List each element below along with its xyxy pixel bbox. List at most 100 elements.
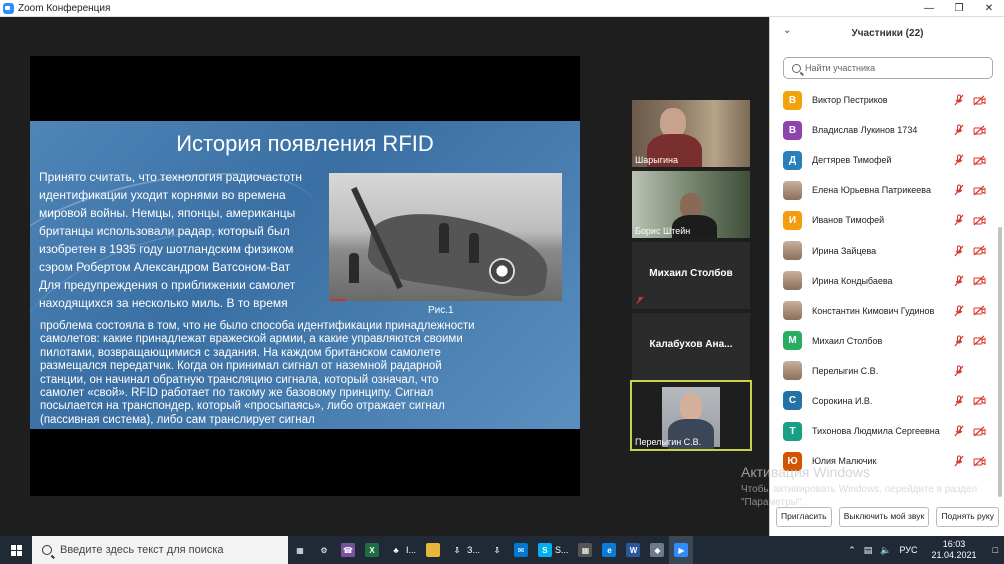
taskbar-app[interactable]: ☎ bbox=[336, 536, 360, 564]
skype-icon: S bbox=[537, 543, 552, 557]
participant-row[interactable]: Д Дегтярев Тимофей bbox=[770, 145, 998, 175]
maximize-icon[interactable]: ❐ bbox=[944, 0, 974, 17]
mic-muted-icon[interactable] bbox=[954, 214, 964, 226]
minimize-icon[interactable]: — bbox=[914, 0, 944, 17]
participant-row[interactable]: Перелыгин С.В. bbox=[770, 356, 998, 386]
participant-row[interactable]: Елена Юрьевна Патрикеева bbox=[770, 175, 998, 205]
avatar: В bbox=[783, 90, 802, 110]
avatar bbox=[783, 271, 802, 291]
camera-off-icon[interactable] bbox=[973, 155, 986, 166]
slide-line: сэром Робертом Александром Ватсоном-Ват bbox=[39, 260, 291, 274]
participant-search-input[interactable]: Найти участника bbox=[783, 57, 993, 79]
mic-muted-icon[interactable] bbox=[954, 365, 964, 377]
clover-icon: ♣ bbox=[389, 543, 403, 557]
taskbar-app[interactable]: e bbox=[597, 536, 621, 564]
video-tile[interactable]: Шарыгина bbox=[632, 100, 750, 167]
clock[interactable]: 16:03 21.04.2021 bbox=[922, 539, 987, 561]
camera-off-icon[interactable] bbox=[973, 275, 986, 286]
mic-muted-icon[interactable] bbox=[954, 245, 964, 257]
taskbar-app[interactable]: ⚙ bbox=[312, 536, 336, 564]
photo-caption: Рис.1 bbox=[428, 305, 454, 316]
camera-off-icon[interactable] bbox=[973, 125, 986, 136]
participant-name: Иванов Тимофей bbox=[812, 215, 885, 226]
invite-button[interactable]: Пригласить bbox=[776, 507, 832, 527]
active-speaker-tile[interactable]: Перелыгин С.В. bbox=[630, 380, 752, 451]
download-icon: ⇩ bbox=[450, 543, 465, 557]
taskbar-app[interactable]: ♣ I... bbox=[384, 536, 421, 564]
volume-icon[interactable]: 🔈 bbox=[876, 545, 895, 556]
taskbar-app[interactable]: ▦ bbox=[288, 536, 312, 564]
panel-title: Участники (22) bbox=[851, 27, 924, 39]
close-icon[interactable]: ✕ bbox=[974, 0, 1004, 17]
camera-off-icon[interactable] bbox=[973, 426, 986, 437]
notifications-icon[interactable]: □ bbox=[987, 545, 1004, 555]
mic-muted-icon[interactable] bbox=[954, 305, 964, 317]
participant-row[interactable]: Константин Кимович Гудинов bbox=[770, 296, 998, 326]
taskbar-app[interactable] bbox=[421, 536, 445, 564]
scrollbar[interactable] bbox=[998, 227, 1002, 497]
mic-muted-icon[interactable] bbox=[954, 395, 964, 407]
participant-face bbox=[680, 393, 702, 421]
participant-row[interactable]: Т Тихонова Людмила Сергеевна bbox=[770, 416, 998, 446]
mic-muted-icon[interactable] bbox=[954, 154, 964, 166]
participant-row[interactable]: В Виктор Пестриков bbox=[770, 85, 998, 115]
participant-row[interactable]: С Сорокина И.В. bbox=[770, 386, 998, 416]
taskbar-search-input[interactable]: Введите здесь текст для поиска bbox=[32, 536, 288, 564]
camera-off-icon[interactable] bbox=[973, 95, 986, 106]
camera-off-icon[interactable] bbox=[973, 456, 986, 467]
mic-muted-icon[interactable] bbox=[954, 425, 964, 437]
mic-muted-icon[interactable] bbox=[954, 124, 964, 136]
network-icon[interactable]: ▤ bbox=[860, 545, 877, 556]
tile-name: Перелыгин С.В. bbox=[635, 437, 702, 447]
camera-off-icon[interactable] bbox=[973, 335, 986, 346]
camera-off-icon[interactable] bbox=[973, 215, 986, 226]
tile-name: Борис Штейн bbox=[635, 226, 691, 236]
chevron-up-icon[interactable]: ⌃ bbox=[844, 545, 860, 556]
panel-footer: Пригласить Выключить мой звук Поднять ру… bbox=[770, 507, 1004, 527]
start-button[interactable] bbox=[0, 536, 32, 564]
mic-muted-icon[interactable] bbox=[954, 275, 964, 287]
taskbar-app[interactable]: W bbox=[621, 536, 645, 564]
camera-off-icon[interactable] bbox=[973, 305, 986, 316]
camera-off-icon[interactable] bbox=[973, 245, 986, 256]
participant-row[interactable]: В Владислав Лукинов 1734 bbox=[770, 115, 998, 145]
mute-me-button[interactable]: Выключить мой звук bbox=[838, 507, 930, 527]
avatar: М bbox=[783, 331, 802, 351]
calculator-icon: ▦ bbox=[578, 543, 593, 557]
slide-text-bottom: проблема состояла в том, что не было спо… bbox=[40, 320, 570, 427]
app-icon: ◆ bbox=[650, 543, 665, 557]
video-tile[interactable]: Михаил Столбов bbox=[632, 242, 750, 309]
activation-title: Активация Windows bbox=[741, 464, 871, 480]
clock-date: 21.04.2021 bbox=[931, 550, 977, 560]
video-tile[interactable]: Калабухов Ана... bbox=[632, 313, 750, 380]
taskbar-app[interactable]: ⇩ bbox=[485, 536, 509, 564]
mic-muted-icon[interactable] bbox=[954, 335, 964, 347]
mic-muted-icon[interactable] bbox=[954, 184, 964, 196]
taskbar-app[interactable]: ✉ bbox=[509, 536, 533, 564]
avatar bbox=[783, 241, 802, 261]
language-indicator[interactable]: РУС bbox=[895, 545, 921, 555]
camera-off-icon[interactable] bbox=[973, 185, 986, 196]
taskbar-app[interactable]: ▦ bbox=[573, 536, 597, 564]
participant-row[interactable]: И Иванов Тимофей bbox=[770, 205, 998, 235]
mic-muted-icon[interactable] bbox=[954, 94, 964, 106]
chevron-down-icon[interactable]: ⌄ bbox=[783, 25, 791, 36]
raise-hand-button[interactable]: Поднять руку bbox=[936, 507, 999, 527]
slide-line: посылается на транспондер, который «прос… bbox=[40, 400, 445, 413]
video-tile[interactable]: Борис Штейн bbox=[632, 171, 750, 238]
taskbar-app[interactable]: ▶ bbox=[669, 536, 694, 564]
task-view-icon: ▦ bbox=[293, 543, 307, 557]
mic-muted-icon[interactable] bbox=[954, 455, 964, 467]
camera-off-icon[interactable] bbox=[973, 395, 986, 406]
taskbar-app[interactable]: ◆ bbox=[645, 536, 669, 564]
edge-icon: e bbox=[602, 543, 617, 557]
participant-row[interactable]: Ирина Зайцева bbox=[770, 235, 998, 265]
avatar bbox=[783, 301, 802, 321]
participant-row[interactable]: Ирина Кондыбаева bbox=[770, 266, 998, 296]
participant-row[interactable]: М Михаил Столбов bbox=[770, 326, 998, 356]
taskbar-app[interactable]: ⇩ З... bbox=[445, 536, 485, 564]
participant-name: Владислав Лукинов 1734 bbox=[812, 125, 918, 136]
taskbar-app[interactable]: X bbox=[360, 536, 384, 564]
taskbar-app[interactable]: S S... bbox=[533, 536, 574, 564]
slide-line: самолет «свой». RFID работает по такому … bbox=[40, 387, 434, 400]
